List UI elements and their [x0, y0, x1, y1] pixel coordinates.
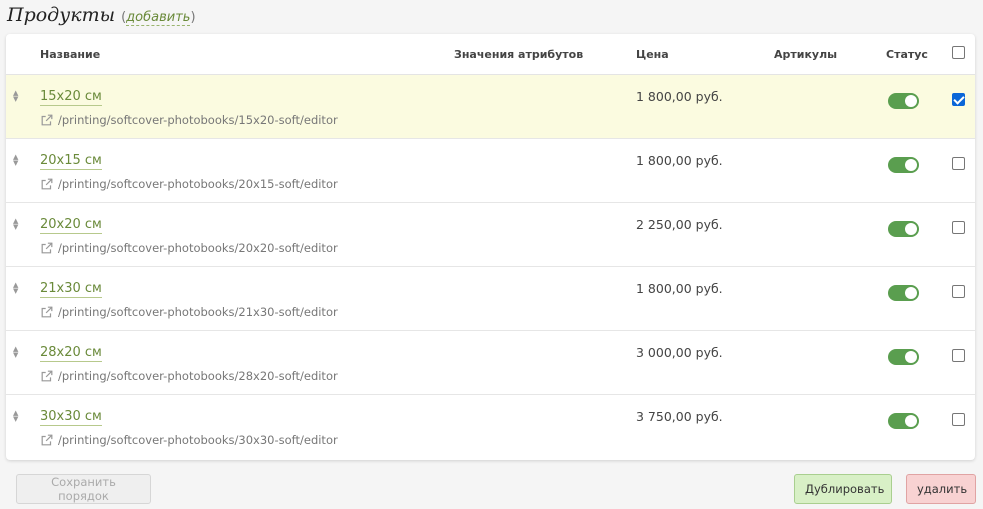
external-link-icon[interactable] [40, 369, 54, 383]
table-row: 20x20 см /printing/softcover-photobooks/… [6, 203, 975, 267]
drag-handle-icon[interactable] [13, 218, 24, 230]
external-link-icon[interactable] [40, 305, 54, 319]
product-price: 3 000,00 руб. [636, 345, 723, 360]
product-name-link[interactable]: 28x20 см [40, 345, 102, 362]
status-toggle[interactable] [888, 157, 919, 173]
status-toggle[interactable] [888, 413, 919, 429]
row-select-checkbox[interactable] [952, 157, 965, 170]
product-price: 1 800,00 руб. [636, 153, 723, 168]
product-name-link[interactable]: 21x30 см [40, 281, 102, 298]
product-url-text: /printing/softcover-photobooks/20x20-sof… [58, 241, 338, 255]
external-link-icon[interactable] [40, 433, 54, 447]
row-select-checkbox[interactable] [952, 285, 965, 298]
product-url: /printing/softcover-photobooks/20x15-sof… [40, 177, 338, 191]
product-name-link[interactable]: 30x30 см [40, 409, 102, 426]
product-url: /printing/softcover-photobooks/20x20-sof… [40, 241, 338, 255]
table-row: 30x30 см /printing/softcover-photobooks/… [6, 395, 975, 459]
table-body: 15x20 см /printing/softcover-photobooks/… [6, 75, 975, 459]
status-toggle[interactable] [888, 93, 919, 109]
drag-handle-icon[interactable] [13, 154, 24, 166]
table-row: 15x20 см /printing/softcover-photobooks/… [6, 75, 975, 139]
column-header-name: Название [40, 48, 101, 61]
table-row: 21x30 см /printing/softcover-photobooks/… [6, 267, 975, 331]
row-select-checkbox[interactable] [952, 93, 965, 106]
column-header-sku: Артикулы [774, 48, 838, 61]
column-header-status: Статус [886, 48, 928, 61]
external-link-icon[interactable] [40, 241, 54, 255]
product-url-text: /printing/softcover-photobooks/21x30-sof… [58, 305, 338, 319]
row-select-checkbox[interactable] [952, 221, 965, 234]
product-url-text: /printing/softcover-photobooks/15x20-sof… [58, 113, 338, 127]
product-url: /printing/softcover-photobooks/15x20-sof… [40, 113, 338, 127]
product-price: 1 800,00 руб. [636, 89, 723, 104]
product-price: 3 750,00 руб. [636, 409, 723, 424]
table-header: Название Значения атрибутов Цена Артикул… [6, 34, 975, 75]
column-header-price: Цена [636, 48, 669, 61]
product-url-text: /printing/softcover-photobooks/30x30-sof… [58, 433, 338, 447]
drag-handle-icon[interactable] [13, 282, 24, 294]
page-heading: Продукты (добавить) [7, 4, 196, 26]
product-url-text: /printing/softcover-photobooks/20x15-sof… [58, 177, 338, 191]
drag-handle-icon[interactable] [13, 346, 24, 358]
drag-handle-icon[interactable] [13, 90, 24, 102]
status-toggle[interactable] [888, 285, 919, 301]
product-url: /printing/softcover-photobooks/21x30-sof… [40, 305, 338, 319]
column-header-attributes: Значения атрибутов [454, 48, 584, 61]
product-price: 1 800,00 руб. [636, 281, 723, 296]
external-link-icon[interactable] [40, 113, 54, 127]
product-price: 2 250,00 руб. [636, 217, 723, 232]
product-name-link[interactable]: 20x15 см [40, 153, 102, 170]
add-product-link[interactable]: добавить [126, 10, 191, 26]
drag-handle-icon[interactable] [13, 410, 24, 422]
add-link-wrapper: (добавить) [121, 10, 196, 26]
table-row: 28x20 см /printing/softcover-photobooks/… [6, 331, 975, 395]
delete-button[interactable]: удалить [906, 474, 976, 504]
save-order-button[interactable]: Сохранить порядок [16, 474, 151, 504]
page-title: Продукты [7, 4, 116, 26]
product-url: /printing/softcover-photobooks/28x20-sof… [40, 369, 338, 383]
product-name-link[interactable]: 15x20 см [40, 89, 102, 106]
status-toggle[interactable] [888, 349, 919, 365]
product-name-link[interactable]: 20x20 см [40, 217, 102, 234]
select-all-checkbox[interactable] [952, 46, 965, 59]
table-row: 20x15 см /printing/softcover-photobooks/… [6, 139, 975, 203]
product-url: /printing/softcover-photobooks/30x30-sof… [40, 433, 338, 447]
product-url-text: /printing/softcover-photobooks/28x20-sof… [58, 369, 338, 383]
duplicate-button[interactable]: Дублировать [794, 474, 892, 504]
row-select-checkbox[interactable] [952, 413, 965, 426]
status-toggle[interactable] [888, 221, 919, 237]
row-select-checkbox[interactable] [952, 349, 965, 362]
products-table: Название Значения атрибутов Цена Артикул… [6, 34, 975, 460]
external-link-icon[interactable] [40, 177, 54, 191]
